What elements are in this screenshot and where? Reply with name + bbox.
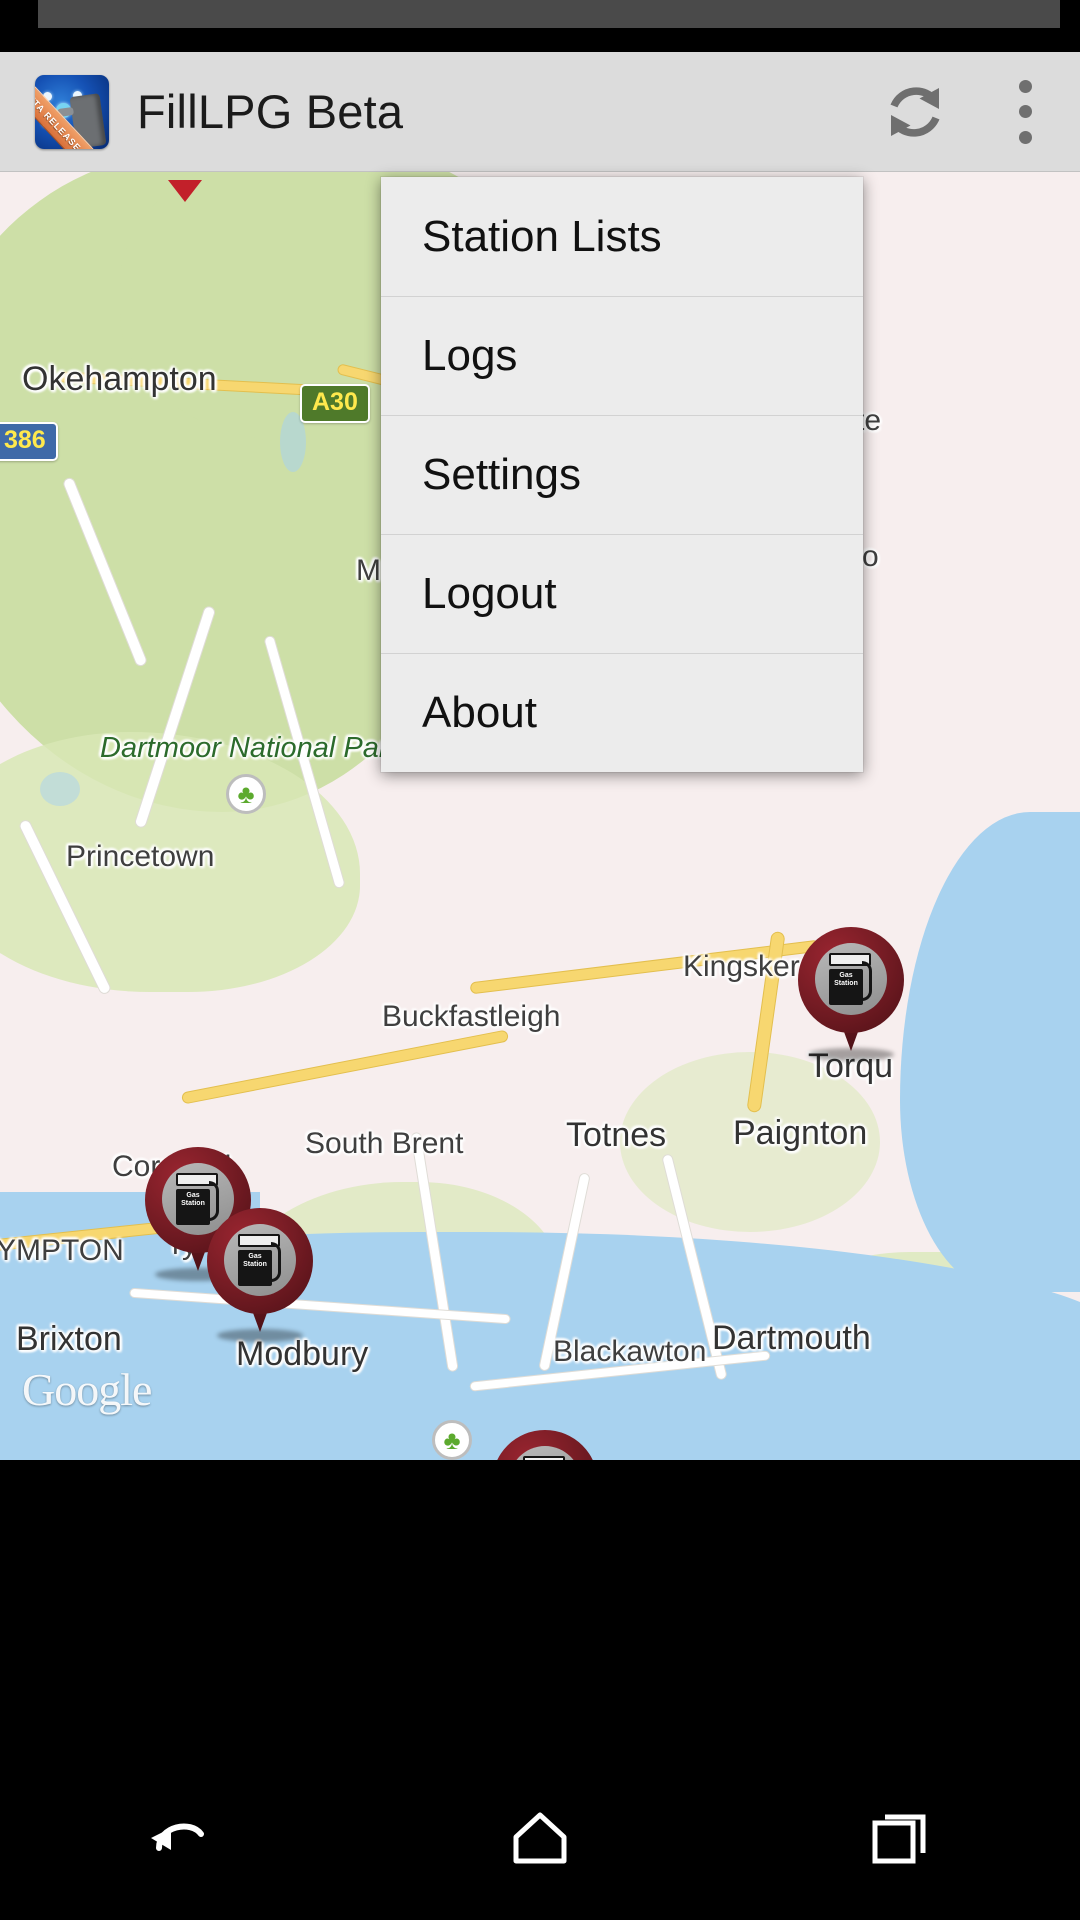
app-title: FillLPG Beta (137, 85, 404, 138)
status-bar-inner (38, 0, 1060, 28)
gas-station-marker[interactable]: Gas Station (492, 1430, 598, 1460)
menu-item-about[interactable]: About (381, 653, 863, 772)
overflow-menu-button[interactable] (970, 52, 1080, 172)
status-bar (0, 0, 1080, 52)
device-screen: BETA RELEASE FillLPG Beta Okehampton Dar… (0, 0, 1080, 1920)
action-bar: BETA RELEASE FillLPG Beta (0, 52, 1080, 172)
marker-disc: Gas Station (509, 1446, 581, 1460)
menu-item-logs[interactable]: Logs (381, 296, 863, 415)
marker-pin: Gas Station (207, 1208, 313, 1314)
menu-item-logout[interactable]: Logout (381, 534, 863, 653)
gas-pump-gauge (523, 1456, 565, 1460)
system-navigation-bar (0, 1760, 1080, 1920)
overflow-menu[interactable]: Station Lists Logs Settings Logout About (381, 177, 863, 772)
filllpg-app-icon[interactable]: BETA RELEASE (35, 74, 109, 149)
home-icon (510, 1809, 570, 1872)
marker-disc: Gas Station (815, 943, 887, 1015)
marker-pin: Gas Station (798, 927, 904, 1033)
gas-station-marker[interactable]: Gas Station (207, 1208, 313, 1342)
refresh-icon (879, 76, 951, 148)
gas-station-marker[interactable]: Gas Station (798, 927, 904, 1061)
gas-pump-hose (271, 1242, 281, 1282)
gas-pump-icon: Gas Station (520, 1456, 570, 1460)
gas-pump-icon: Gas Station (826, 953, 876, 1005)
overflow-menu-icon (1018, 79, 1032, 144)
gas-station-marker-label: Gas Station (834, 972, 858, 987)
home-button[interactable] (450, 1760, 630, 1920)
marker-pin: Gas Station (492, 1430, 598, 1460)
menu-item-station-lists[interactable]: Station Lists (381, 177, 863, 296)
gas-station-marker-label: Gas Station (243, 1253, 267, 1268)
menu-item-settings[interactable]: Settings (381, 415, 863, 534)
recent-apps-icon (871, 1809, 929, 1872)
gas-station-marker-label: Gas Station (181, 1192, 205, 1207)
gas-pump-icon: Gas Station (235, 1234, 285, 1286)
marker-disc: Gas Station (224, 1224, 296, 1296)
refresh-button[interactable] (860, 52, 970, 172)
back-button[interactable] (90, 1760, 270, 1920)
google-attribution: Google (22, 1364, 152, 1415)
back-icon (147, 1810, 213, 1871)
gas-pump-hose (862, 961, 872, 1001)
recent-apps-button[interactable] (810, 1760, 990, 1920)
